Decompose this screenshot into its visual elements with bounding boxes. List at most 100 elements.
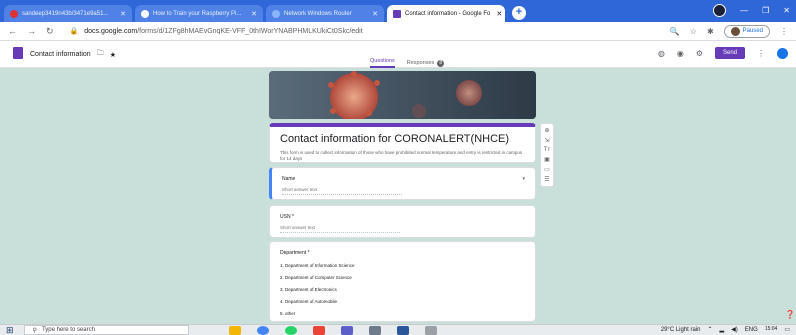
tab-label: Contact information - Google Fo [405,10,491,17]
address-bar-row: ← → ↻ 🔒 docs.google.com/forms/d/1ZFg8hMA… [0,22,796,41]
taskbar-search-placeholder: Type here to search [41,327,95,333]
preview-eye-icon[interactable]: ◉ [677,49,684,58]
form-title[interactable]: Contact information for CORONALERT(NHCE) [280,133,525,145]
url-field[interactable]: 🔒 docs.google.com/forms/d/1ZFg8hMAEvGnqK… [69,27,660,36]
star-icon[interactable]: ★ [110,51,116,59]
avatar [730,26,740,36]
palette-icon[interactable]: ◍ [658,49,665,58]
search-icon: ⚲ [32,327,37,334]
question-label[interactable]: Department * [280,250,525,256]
coronavirus-image [269,71,536,119]
user-avatar[interactable] [777,47,788,59]
notifications-icon[interactable]: ▭ [784,326,790,333]
question-card-name[interactable]: Name Short answer text ▾ [269,167,536,200]
word-icon[interactable] [396,325,409,335]
option-item[interactable]: 4. Department of Automobile [280,299,525,304]
profile-paused-button[interactable]: Paused [723,24,770,38]
tab-responses-label: Responses [406,60,435,66]
folder-icon[interactable]: 🗀 [97,49,104,60]
help-icon[interactable]: ❓ [785,310,795,319]
gmail-icon[interactable] [312,325,325,335]
tab-label: sandeep3419n43b/3471e9a51... [22,10,109,17]
tab-favicon-icon [272,9,280,18]
app-icon[interactable] [368,325,381,335]
maximize-icon[interactable]: ❐ [762,6,769,15]
app-icon[interactable] [424,325,437,335]
send-button[interactable]: Send [714,47,745,59]
question-label[interactable]: Name [282,176,525,182]
extensions-icon[interactable]: ✱ [707,27,714,36]
whatsapp-icon[interactable] [284,325,297,335]
browser-tab-active[interactable]: Contact information - Google Fo ✕ [387,5,505,22]
form-title-card[interactable]: Contact information for CORONALERT(NHCE)… [269,123,536,163]
question-label[interactable]: USN * [280,214,525,220]
tab-questions[interactable]: Questions [370,58,395,68]
tab-label: Network Windows Router [284,10,352,17]
responses-count-badge: 8 [437,59,445,67]
option-item[interactable]: 1. Department of Information Science [280,263,525,268]
add-question-icon[interactable]: ⊕ [544,127,549,134]
language-label[interactable]: ENG [745,327,758,333]
new-tab-button[interactable]: + [512,6,526,20]
windows-taskbar: ⊞ ⚲ Type here to search 29°C Light rain … [0,324,796,335]
close-tab-icon[interactable]: ✕ [114,10,126,18]
close-tab-icon[interactable]: ✕ [490,10,502,18]
tab-label: How to Train your Raspberry Pi... [153,10,242,17]
forms-favicon-icon [393,9,401,18]
more-options-icon[interactable]: ⋮ [757,49,765,58]
minimize-icon[interactable]: — [740,6,748,15]
url-path: /forms/d/1ZFg8hMAEvGnqKE-VFF_0thIWorYNAB… [137,27,363,35]
settings-gear-icon[interactable]: ⚙ [696,49,703,58]
menu-kebab-icon[interactable]: ⋮ [780,27,788,36]
import-questions-icon[interactable]: ⇲ [544,137,549,144]
volume-icon[interactable]: ◀) [731,326,738,333]
add-section-icon[interactable]: ☰ [544,176,549,183]
window-controls: — ❐ ✕ [713,4,790,17]
tab-favicon-icon [10,9,18,18]
browser-tab-1[interactable]: sandeep3419n43b/3471e9a51... ✕ [4,5,132,22]
add-video-icon[interactable]: ▭ [544,166,550,173]
header-image [269,71,536,119]
url-domain: docs.google.com [84,27,138,35]
weather-label[interactable]: 29°C Light rain [661,327,701,333]
forms-header: Contact information 🗀 ★ Questions Respon… [0,41,796,68]
profile-icon[interactable] [713,4,727,17]
close-window-icon[interactable]: ✕ [783,6,790,15]
tab-favicon-icon [141,9,149,18]
tray-chevron-icon[interactable]: ⌃ [708,326,713,333]
question-card-department[interactable]: Department * 1. Department of Informatio… [269,241,536,322]
form-description[interactable]: This form is used to collect information… [280,150,525,162]
zoom-icon[interactable]: 🔍 [670,27,680,36]
browser-tab-2[interactable]: How to Train your Raspberry Pi... ✕ [135,5,263,22]
forms-logo-icon[interactable] [13,47,23,59]
back-icon[interactable]: ← [8,26,17,36]
question-type-dropdown-icon[interactable]: ▾ [522,176,525,182]
file-explorer-icon[interactable] [228,325,241,335]
close-tab-icon[interactable]: ✕ [366,10,378,18]
option-item[interactable]: 2. Department of Computer Science [280,275,525,280]
short-answer-placeholder: Short answer text [280,225,400,233]
chrome-icon[interactable] [256,325,269,335]
question-card-usn[interactable]: USN * Short answer text [269,205,536,238]
option-item[interactable]: 5. other [280,311,525,316]
forward-icon[interactable]: → [27,26,36,36]
windows-start-icon[interactable]: ⊞ [6,325,14,335]
tab-responses[interactable]: Responses 8 [407,58,445,68]
form-doc-title[interactable]: Contact information [30,51,91,58]
taskbar-search[interactable]: ⚲ Type here to search [23,325,189,335]
add-title-icon[interactable]: Tт [544,147,550,153]
short-answer-placeholder: Short answer text [282,187,402,195]
network-icon[interactable]: ▂ [720,326,725,333]
browser-tab-3[interactable]: Network Windows Router ✕ [266,5,384,22]
option-item[interactable]: 3. Department of Electronics [280,287,525,292]
reload-icon[interactable]: ↻ [46,26,54,37]
browser-tab-bar: sandeep3419n43b/3471e9a51... ✕ How to Tr… [0,0,796,22]
teams-icon[interactable] [340,325,353,335]
star-icon[interactable]: ☆ [690,27,697,36]
system-tray: 29°C Light rain ⌃ ▂ ◀) ENG 15:04 ▭ [661,326,790,334]
lock-icon: 🔒 [69,28,79,35]
paused-label: Paused [742,28,763,34]
close-tab-icon[interactable]: ✕ [245,10,257,18]
clock-time[interactable]: 15:04 [765,327,778,332]
add-image-icon[interactable]: ▣ [544,156,550,163]
